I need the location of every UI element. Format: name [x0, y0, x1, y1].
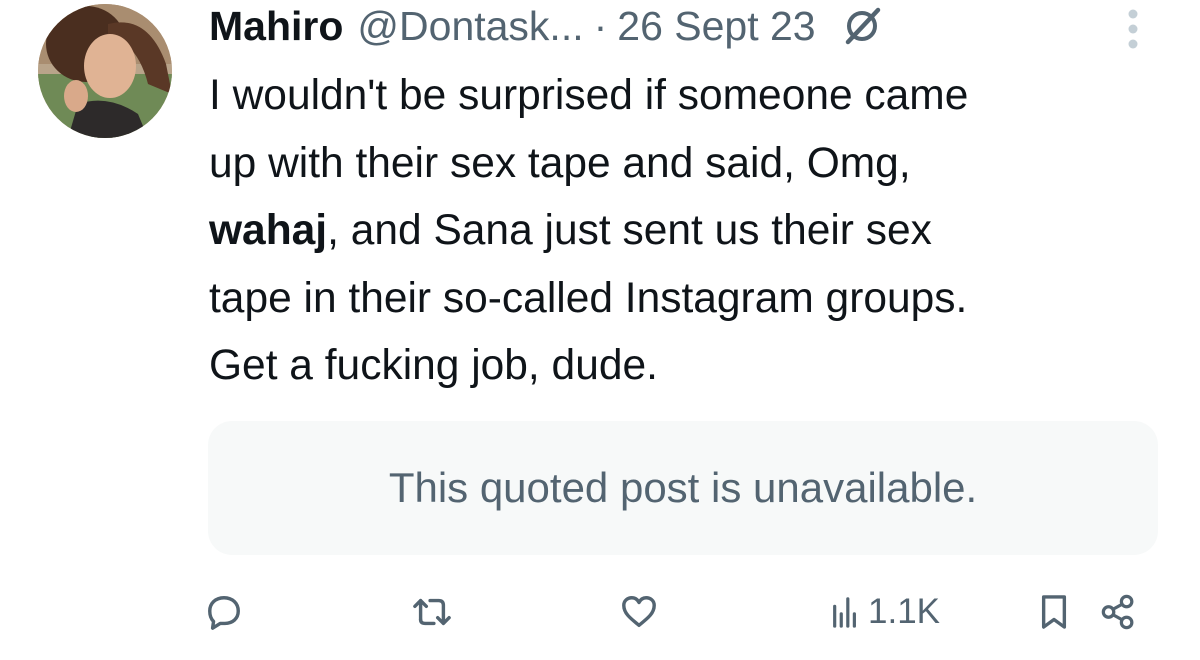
tweet-header: Mahiro @Dontask... · 26 Sept 23: [209, 0, 884, 52]
tweet-text-line: tape in their so-called Instagram groups…: [209, 274, 968, 322]
retweet-icon: [412, 593, 452, 631]
tweet-text-line: up with their sex tape and said, Omg,: [209, 139, 911, 187]
tweet: Mahiro @Dontask... · 26 Sept 23 I wouldn…: [0, 0, 1200, 660]
grok-icon[interactable]: [840, 4, 884, 48]
tweet-text-line: Get a fucking job, dude.: [209, 342, 658, 389]
tweet-text: I wouldn't be surprised if someone came …: [209, 62, 1169, 400]
more-options-icon[interactable]: [1118, 6, 1148, 52]
views-count: 1.1K: [868, 592, 940, 631]
action-bar: 1.1K: [0, 588, 1200, 636]
reply-button[interactable]: [205, 588, 243, 636]
tweet-text-fragment: , and Sana just sent us their sex: [327, 207, 932, 254]
views-icon: [830, 595, 860, 629]
reply-icon: [205, 593, 243, 631]
quoted-post-unavailable: This quoted post is unavailable.: [208, 421, 1158, 555]
author-name[interactable]: Mahiro: [209, 0, 343, 52]
avatar-image: [38, 4, 172, 138]
avatar[interactable]: [38, 4, 172, 138]
views-button[interactable]: 1.1K: [830, 588, 940, 636]
bookmark-button[interactable]: [1038, 588, 1070, 636]
like-icon: [620, 593, 658, 631]
retweet-button[interactable]: [412, 588, 452, 636]
tweet-text-line: I wouldn't be surprised if someone came: [209, 72, 969, 119]
bookmark-icon: [1038, 593, 1070, 631]
author-handle[interactable]: @Dontask...: [357, 0, 583, 52]
separator-dot: ·: [593, 3, 608, 49]
share-button[interactable]: [1100, 588, 1138, 636]
post-date[interactable]: 26 Sept 23: [617, 0, 815, 52]
tweet-text-line: wahaj, and Sana just sent us their sex: [209, 197, 1169, 265]
like-button[interactable]: [620, 588, 658, 636]
quoted-post-message: This quoted post is unavailable.: [388, 464, 978, 511]
bold-keyword: wahaj: [209, 207, 328, 254]
share-icon: [1100, 593, 1138, 631]
